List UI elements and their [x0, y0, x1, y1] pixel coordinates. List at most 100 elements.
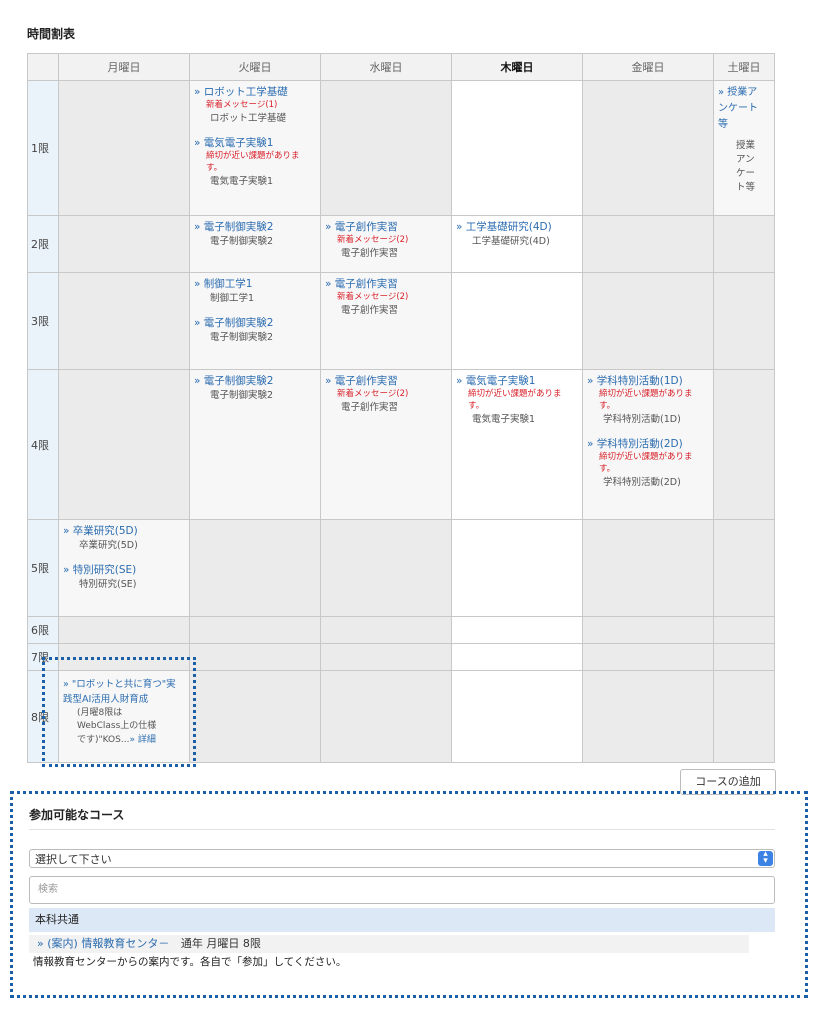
cell-p5-thu: [451, 519, 583, 617]
course-link[interactable]: » 学科特別活動(1D): [587, 374, 709, 388]
period-label: 1限: [27, 80, 59, 216]
course-entry: » 学科特別活動(2D) 締切が近い課題がありま す。学科特別活動(2D): [587, 437, 709, 490]
course-link[interactable]: » 電子制御実験2: [194, 220, 316, 234]
cell-content: » 電子創作実習 新着メッセージ(2) 電子創作実習: [321, 273, 451, 324]
cell-p2-wed: » 電子創作実習 新着メッセージ(2) 電子創作実習: [320, 215, 452, 273]
cell-p4-sat: [713, 369, 775, 520]
course-entry: » 電子創作実習 新着メッセージ(2) 電子創作実習: [325, 220, 447, 261]
period-row-4: 4限 » 電子制御実験2 電子制御実験2 » 電子創作実習 新着メッセージ(2) 電子…: [27, 369, 775, 520]
cell-p1-thu: [451, 80, 583, 216]
course-link[interactable]: » 電子創作実習: [325, 220, 447, 234]
cell-p2-tue: » 電子制御実験2 電子制御実験2: [189, 215, 321, 273]
cell-p3-thu: [451, 272, 583, 370]
course-name: 学科特別活動(2D): [603, 477, 681, 488]
course-notice: 新着メッセージ(2): [337, 389, 409, 399]
day-header-wed: 水曜日: [320, 53, 452, 81]
cell-p5-tue: [189, 519, 321, 617]
period-label: 2限: [27, 215, 59, 273]
period-row-6: 6限: [27, 616, 775, 644]
course-entry: » 電気電子実験1 締切が近い課題がありま す。 電気電子実験1: [194, 136, 316, 189]
course-name: 電子制御実験2: [210, 390, 274, 401]
cell-content: » 電気電子実験1 締切が近い課題がありま す。電気電子実験1: [452, 370, 582, 433]
search-input[interactable]: 検索: [29, 876, 775, 904]
period-row-2: 2限 » 電子制御実験2 電子制御実験2 » 電子創作実習 新着メッセージ(2) 電子…: [27, 215, 775, 273]
course-entry: » 電子創作実習 新着メッセージ(2) 電子創作実習: [325, 374, 447, 415]
page-title: 時間割表: [27, 27, 76, 41]
cell-p8-mon: » "ロボットと共に育つ"実践型AI活用人財育成 (月曜8限は WebClass…: [58, 670, 190, 763]
panel-title: 参加可能なコース: [29, 808, 125, 822]
course-entry: » 卒業研究(5D) 卒業研究(5D): [63, 524, 185, 553]
cell-p6-tue: [189, 616, 321, 644]
cell-p8-tue: [189, 670, 321, 763]
cell-p2-fri: [582, 215, 714, 273]
cell-p2-sat: [713, 215, 775, 273]
period-label: 3限: [27, 272, 59, 370]
course-name: 電子制御実験2: [210, 236, 274, 247]
course-link-text: "ロボットと共に育つ"実践型AI活用人財育成: [63, 679, 176, 705]
course-link[interactable]: » 電気電子実験1: [194, 136, 316, 150]
course-name: 卒業研究(5D): [79, 540, 138, 551]
course-name: (月曜8限は WebClass上の仕様 です)"KOS...» 詳細: [63, 707, 185, 747]
cell-p6-thu: [451, 616, 583, 644]
course-link[interactable]: » 制御工学1: [194, 277, 316, 291]
cell-content: » 電子創作実習 新着メッセージ(2) 電子創作実習: [321, 370, 451, 421]
cell-p1-sat: » 授業ア ンケート等 授業 アン ケー ト等: [713, 80, 775, 216]
cell-content: » 学科特別活動(1D) 締切が近い課題がありま す。 学科特別活動(1D)» 学科…: [583, 370, 713, 496]
course-link[interactable]: » 学科特別活動(2D): [587, 437, 709, 451]
course-link[interactable]: » 電子創作実習: [325, 374, 447, 388]
cell-p1-mon: [58, 80, 190, 216]
cell-p7-thu: [451, 643, 583, 671]
course-entry: » 電子制御実験2 電子制御実験2: [194, 374, 316, 403]
course-select[interactable]: 選択して下さい ▴ ▾: [29, 849, 775, 868]
cell-p6-fri: [582, 616, 714, 644]
day-header-mon: 月曜日: [58, 53, 190, 81]
period-label: 6限: [27, 616, 59, 644]
course-notice: 新着メッセージ(1): [206, 100, 278, 110]
course-link[interactable]: » "ロボットと共に育つ"実践型AI活用人財育成: [63, 677, 185, 707]
day-header-thu: 木曜日: [451, 53, 583, 81]
cell-p7-wed: [320, 643, 452, 671]
period-label: 5限: [27, 519, 59, 617]
course-link[interactable]: » 電子創作実習: [325, 277, 447, 291]
detail-link[interactable]: » 詳細: [129, 735, 155, 745]
available-course-desc: 情報教育センターからの案内です。各自で「参加」してください。: [29, 953, 749, 971]
timetable: 月曜日 火曜日 水曜日 木曜日 金曜日 土曜日 1限 » ロボット工学基礎 新着メ…: [27, 53, 775, 763]
available-course-link[interactable]: » (案内) 情報教育センタ－: [37, 937, 169, 950]
course-link[interactable]: » 電気電子実験1: [456, 374, 578, 388]
course-link[interactable]: » 特別研究(SE): [63, 563, 185, 577]
cell-p7-fri: [582, 643, 714, 671]
cell-p4-thu: » 電気電子実験1 締切が近い課題がありま す。電気電子実験1: [451, 369, 583, 520]
period-row-5: 5限 » 卒業研究(5D) 卒業研究(5D) » 特別研究(SE) 特別研究(SE): [27, 519, 775, 617]
cell-p1-wed: [320, 80, 452, 216]
cell-p4-mon: [58, 369, 190, 520]
course-link[interactable]: » 工学基礎研究(4D): [456, 220, 578, 234]
course-link[interactable]: » 電子制御実験2: [194, 316, 316, 330]
course-name: 電気電子実験1: [210, 176, 274, 187]
cell-p7-sat: [713, 643, 775, 671]
cell-p6-sat: [713, 616, 775, 644]
corner-header: [27, 53, 59, 81]
select-value: 選択して下さい: [35, 853, 112, 866]
day-header-sat: 土曜日: [713, 53, 775, 81]
course-link[interactable]: » 授業ア ンケート等: [718, 85, 770, 133]
course-link[interactable]: » 卒業研究(5D): [63, 524, 185, 538]
course-notice: 締切が近い課題がありま す。: [599, 452, 693, 474]
course-notice: 新着メッセージ(2): [337, 292, 409, 302]
course-link[interactable]: » 電子制御実験2: [194, 374, 316, 388]
select-arrows-icon: ▴ ▾: [758, 850, 773, 866]
course-link[interactable]: » ロボット工学基礎: [194, 85, 316, 99]
cell-p1-tue: » ロボット工学基礎 新着メッセージ(1) ロボット工学基礎 » 電気電子実験1 締切が…: [189, 80, 321, 216]
course-entry: » 特別研究(SE) 特別研究(SE): [63, 563, 185, 592]
course-name: 特別研究(SE): [79, 579, 137, 590]
cell-p3-tue: » 制御工学1 制御工学1 » 電子制御実験2 電子制御実験2: [189, 272, 321, 370]
cell-p2-mon: [58, 215, 190, 273]
course-name: 電気電子実験1: [472, 414, 536, 425]
course-notice: 締切が近い課題がありま す。: [599, 389, 693, 411]
course-notice: 締切が近い課題がありま す。: [468, 389, 562, 411]
course-entry: » 電子制御実験2 電子制御実験2: [194, 316, 316, 345]
course-entry: » 電気電子実験1 締切が近い課題がありま す。電気電子実験1: [456, 374, 578, 427]
period-label: 4限: [27, 369, 59, 520]
available-courses-panel: 参加可能なコース 選択して下さい ▴ ▾ 検索 本科共通 » (案内) 情報教育セ…: [10, 791, 808, 998]
cell-p6-wed: [320, 616, 452, 644]
course-entry: » ロボット工学基礎 新着メッセージ(1) ロボット工学基礎: [194, 85, 316, 126]
